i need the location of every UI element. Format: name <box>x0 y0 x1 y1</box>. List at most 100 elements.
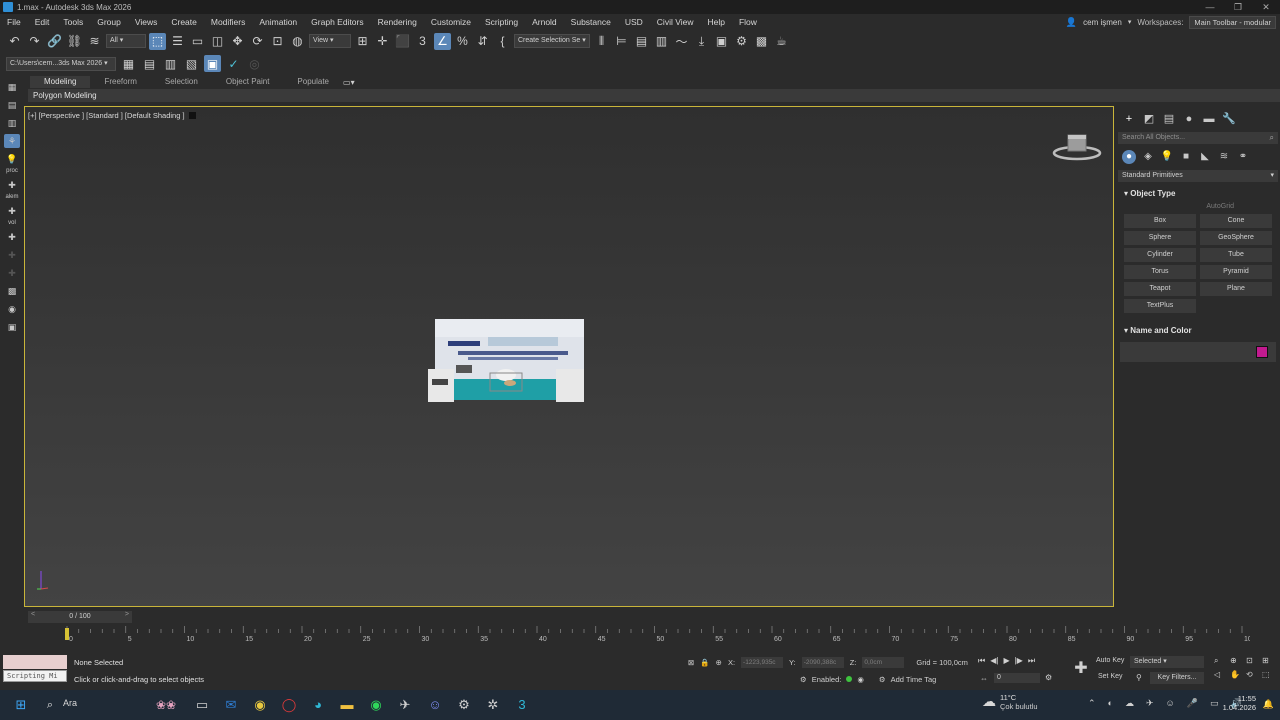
populate-tool-icon[interactable]: ⚘ <box>4 134 20 148</box>
menu-usd[interactable]: USD <box>618 14 650 30</box>
align-icon[interactable]: ⊨ <box>613 33 630 50</box>
standard-primitives-dropdown[interactable]: Standard Primitives ▾ <box>1118 170 1278 182</box>
menu-edit[interactable]: Edit <box>28 14 57 30</box>
key-filters-button[interactable]: Key Filters... <box>1150 672 1204 684</box>
project-settings-icon[interactable]: ▧ <box>183 55 200 72</box>
redo-icon[interactable]: ↷ <box>26 33 43 50</box>
play-icon[interactable]: ▶ <box>1003 656 1009 666</box>
track-bar[interactable]: 0 5 10 15 20 25 30 35 40 45 50 55 60 65 70 75 80 85 90 95 10… <box>50 624 1250 648</box>
rotate-icon[interactable]: ⟳ <box>249 33 266 50</box>
user-dropdown-icon[interactable]: ▾ <box>1128 18 1132 26</box>
undo-icon[interactable]: ↶ <box>6 33 23 50</box>
next-frame-arrow-icon[interactable]: > <box>125 611 129 618</box>
3dsmax-taskbar-icon[interactable]: 3 <box>512 695 532 715</box>
taskbar-search-text[interactable]: Ara <box>63 698 77 708</box>
absolute-mode-icon[interactable]: ⊕ <box>716 658 722 667</box>
key-selection-dropdown[interactable]: Selected ▾ <box>1130 656 1204 668</box>
select-manipulate-icon[interactable]: ✛ <box>374 33 391 50</box>
outlook-icon[interactable]: ✉ <box>221 695 241 715</box>
time-slider[interactable]: < 0 / 100 > <box>28 611 132 623</box>
lock-selection-icon[interactable]: 🔒 <box>700 658 709 667</box>
menu-help[interactable]: Help <box>700 14 731 30</box>
scene-explorer-icon[interactable]: ▤ <box>633 33 650 50</box>
menu-create[interactable]: Create <box>164 14 204 30</box>
teapot-button[interactable]: Teapot <box>1124 282 1196 296</box>
menu-modifiers[interactable]: Modifiers <box>204 14 252 30</box>
create-tab-icon[interactable]: + <box>1122 112 1136 126</box>
shapes-category-icon[interactable]: ◈ <box>1141 150 1155 164</box>
minimize-button[interactable]: — <box>1196 0 1224 14</box>
create-project-icon[interactable]: ▦ <box>120 55 137 72</box>
move-icon[interactable]: ✥ <box>229 33 246 50</box>
menu-file[interactable]: File <box>0 14 28 30</box>
discord-icon[interactable]: ☺ <box>425 695 445 715</box>
check-icon[interactable]: ✓ <box>225 55 242 72</box>
xref-tool-icon[interactable]: ▥ <box>4 116 20 130</box>
menu-rendering[interactable]: Rendering <box>371 14 424 30</box>
zoom-icon[interactable]: ⌕ <box>1214 656 1230 666</box>
reference-coord-dropdown[interactable]: View ▾ <box>309 34 351 48</box>
rendered-frame-window-icon[interactable]: ▩ <box>753 33 770 50</box>
layer-tool-icon[interactable]: ▦ <box>4 80 20 94</box>
spacewarps-category-icon[interactable]: ≋ <box>1217 150 1231 164</box>
pyramid-button[interactable]: Pyramid <box>1200 265 1272 279</box>
proc-tool-icon[interactable]: ✚ <box>4 178 20 192</box>
percent-snap-icon[interactable]: % <box>454 33 471 50</box>
keyboard-shortcut-override-icon[interactable]: ⬛ <box>394 33 411 50</box>
next-frame-icon[interactable]: |▶ <box>1015 656 1023 666</box>
ribbon-options-icon[interactable]: ▭▾ <box>343 78 355 87</box>
geosphere-button[interactable]: GeoSphere <box>1200 231 1272 245</box>
go-to-start-icon[interactable]: ⏮ <box>978 656 985 666</box>
windows-start-icon[interactable]: ⊞ <box>11 695 31 715</box>
app-icon-network[interactable]: ✲ <box>483 695 503 715</box>
perspective-viewport[interactable]: [+] [Perspective ] [Standard ] [Default … <box>24 106 1114 607</box>
user-name[interactable]: cem işmen <box>1083 18 1122 27</box>
auto-key-button[interactable]: Auto Key <box>1096 657 1124 664</box>
material-tool-icon[interactable]: ◉ <box>4 302 20 316</box>
tray-app-icon[interactable]: ◐ <box>1108 698 1113 709</box>
layer-explorer-icon[interactable]: ▥ <box>653 33 670 50</box>
previous-frame-icon[interactable]: ◀| <box>990 656 998 666</box>
modify-tab-icon[interactable]: ◩ <box>1142 112 1156 126</box>
taskbar-search-icon[interactable]: ⌕ <box>40 695 60 715</box>
system-clock[interactable]: 11:55 1.04.2026 <box>1223 694 1256 712</box>
curve-editor-icon[interactable]: 〜 <box>673 33 690 50</box>
x-coordinate-field[interactable]: -1223,935c <box>741 657 784 668</box>
workspace-dropdown[interactable]: Main Toolbar - modular <box>1189 15 1276 29</box>
tab-modeling[interactable]: Modeling <box>30 76 91 88</box>
menu-graph-editors[interactable]: Graph Editors <box>304 14 370 30</box>
selection-filter-dropdown[interactable]: All ▾ <box>106 34 146 48</box>
set-key-big-icon[interactable]: ✚ <box>1072 659 1090 679</box>
tab-selection[interactable]: Selection <box>151 76 212 88</box>
orbit-icon[interactable]: ⟲ <box>1246 670 1262 679</box>
object-name-field[interactable] <box>1120 342 1276 362</box>
isolate-icon[interactable]: ⊠ <box>688 658 694 667</box>
menu-customize[interactable]: Customize <box>424 14 478 30</box>
field-of-view-icon[interactable]: ◁ <box>1214 670 1230 679</box>
tray-cloud-icon[interactable]: ☁ <box>1125 698 1134 709</box>
sphere-button[interactable]: Sphere <box>1124 231 1196 245</box>
select-object-icon[interactable]: ⬚ <box>149 32 166 50</box>
named-selection-dropdown[interactable]: Create Selection Se ▾ <box>514 34 590 48</box>
tab-object-paint[interactable]: Object Paint <box>212 76 284 88</box>
menu-group[interactable]: Group <box>90 14 128 30</box>
autogrid-checkbox[interactable]: AutoGrid <box>1118 203 1278 210</box>
frame-tool-icon[interactable]: ▣ <box>4 320 20 334</box>
scale-icon[interactable]: ⊡ <box>269 33 286 50</box>
viewport-label[interactable]: [+] [Perspective ] [Standard ] [Default … <box>28 111 185 120</box>
go-to-end-icon[interactable]: ⏭ <box>1028 656 1035 666</box>
project-folder-icon[interactable]: ▥ <box>162 55 179 72</box>
tray-chevron-icon[interactable]: ⌃ <box>1088 698 1096 709</box>
zoom-all-icon[interactable]: ⊕ <box>1230 656 1246 666</box>
box-button[interactable]: Box <box>1124 214 1196 228</box>
mirror-icon[interactable]: ⫴ <box>593 33 610 50</box>
cylinder-button[interactable]: Cylinder <box>1124 248 1196 262</box>
menu-substance[interactable]: Substance <box>564 14 618 30</box>
prev-frame-arrow-icon[interactable]: < <box>31 611 35 618</box>
unlink-icon[interactable]: ⛓ <box>66 33 83 50</box>
file-explorer-icon[interactable]: ▬ <box>337 695 357 715</box>
spinner-snap-icon[interactable]: ⇵ <box>474 33 491 50</box>
menu-arnold[interactable]: Arnold <box>525 14 564 30</box>
tab-populate[interactable]: Populate <box>283 76 343 88</box>
menu-scripting[interactable]: Scripting <box>478 14 525 30</box>
